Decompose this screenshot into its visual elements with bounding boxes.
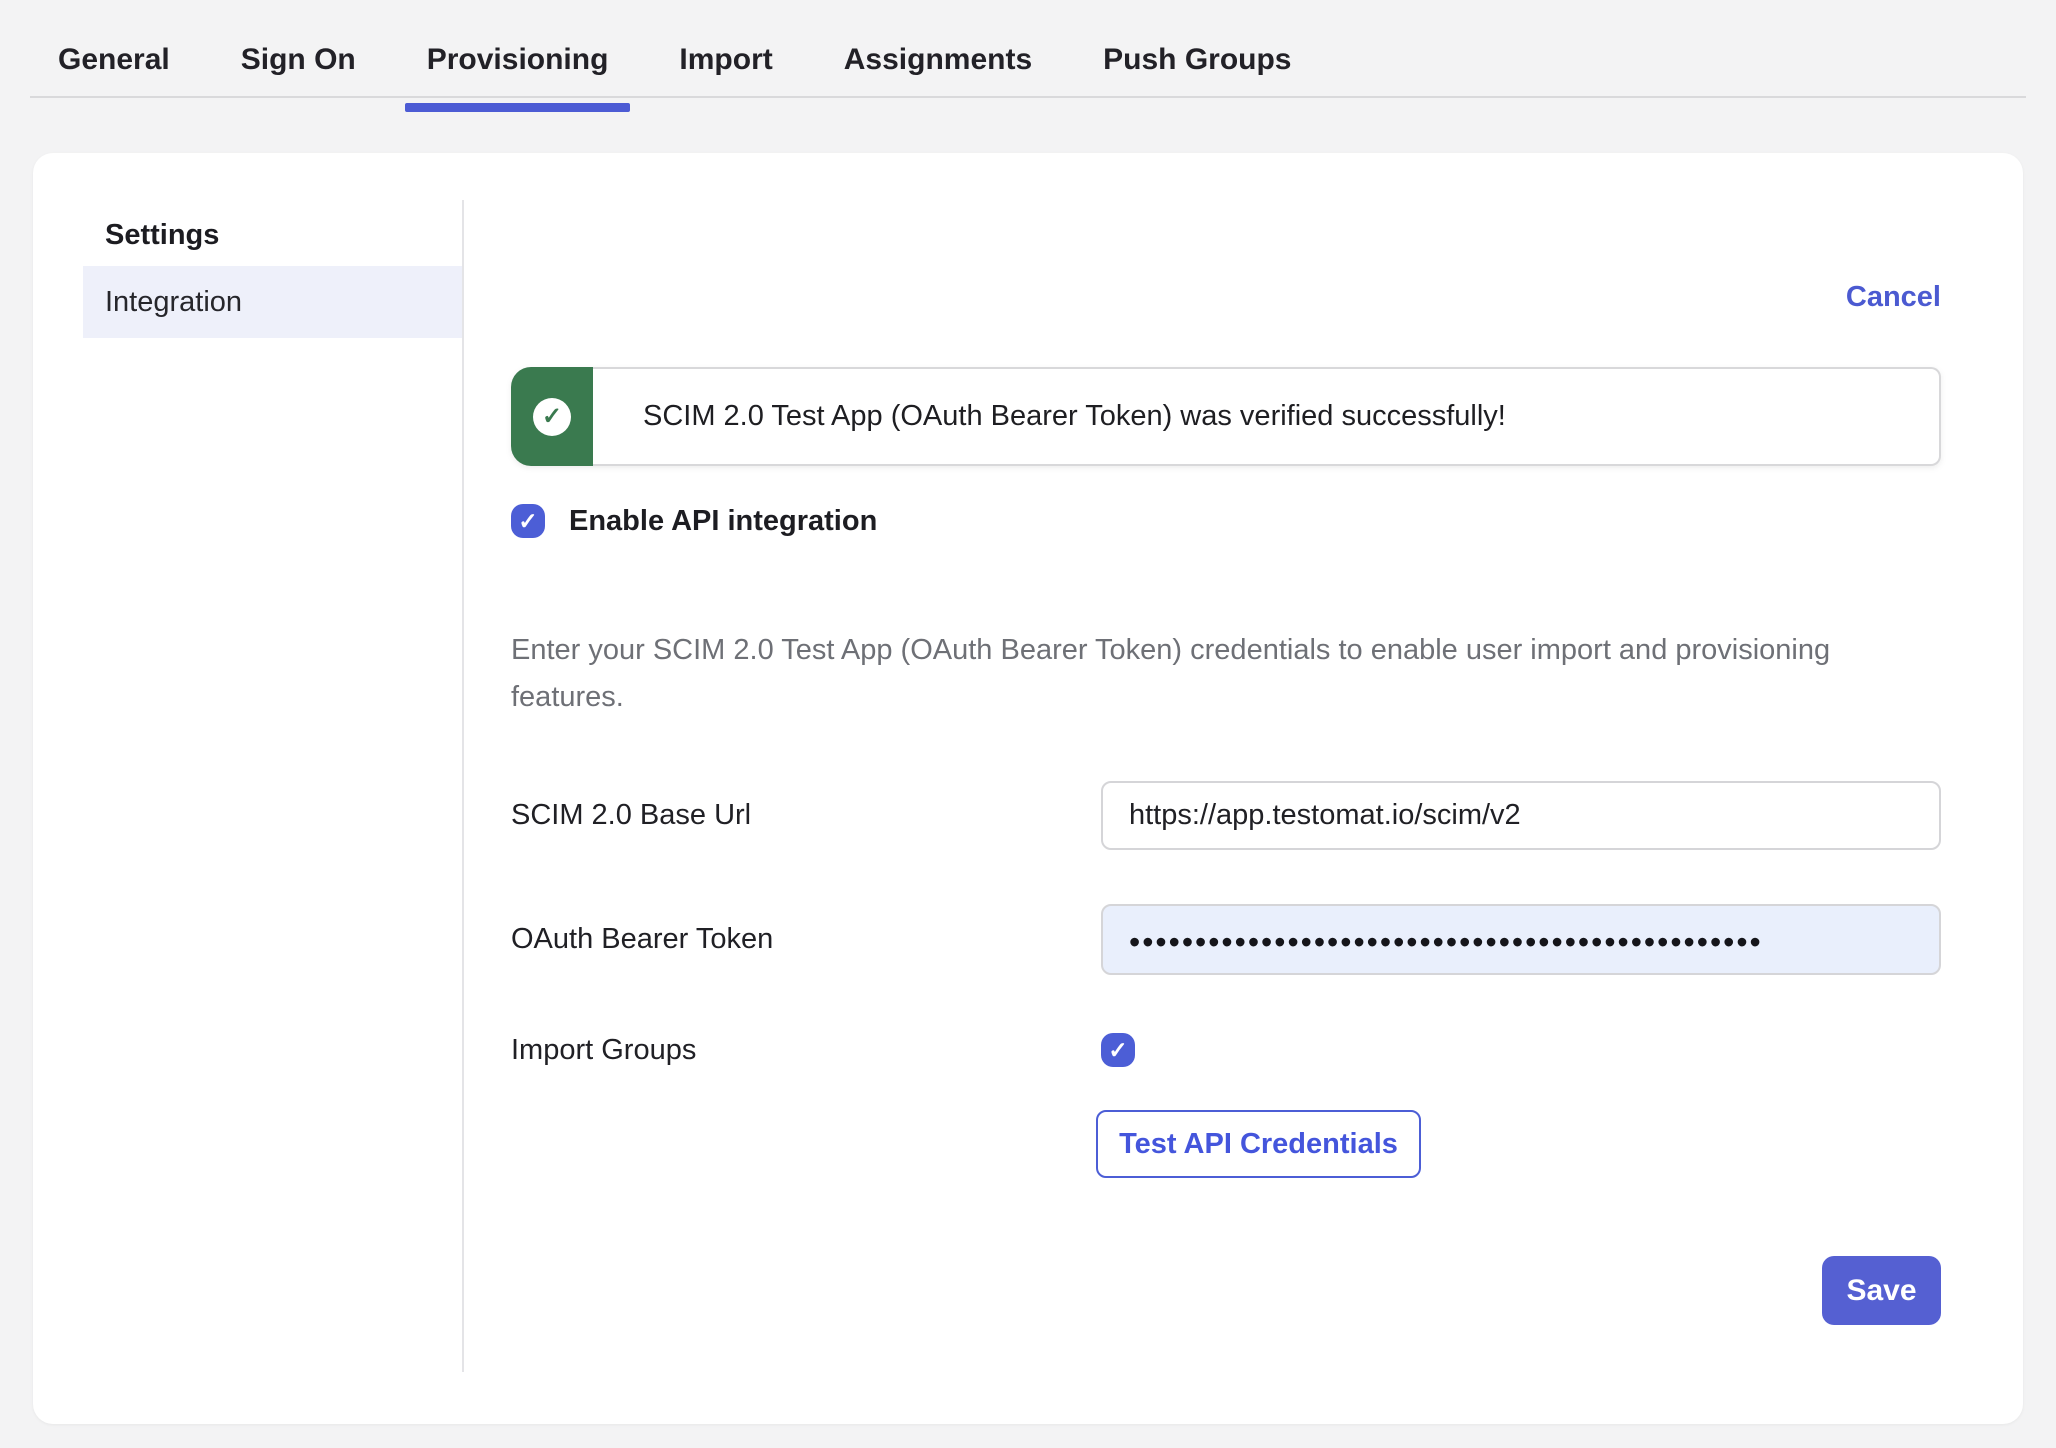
import-groups-row: Import Groups ✓ — [511, 1032, 1941, 1068]
settings-sidebar: Settings Integration — [33, 153, 462, 1424]
check-icon: ✓ — [518, 508, 537, 535]
base-url-row: SCIM 2.0 Base Url — [511, 781, 1941, 850]
cancel-link[interactable]: Cancel — [1846, 281, 1941, 313]
base-url-input[interactable] — [1101, 781, 1941, 850]
enable-api-integration-row: ✓ Enable API integration — [511, 504, 1941, 538]
tab-push-groups[interactable]: Push Groups — [1103, 22, 1291, 98]
check-icon: ✓ — [1108, 1037, 1127, 1064]
provisioning-card: Settings Integration Cancel ✓ SCIM 2.0 T… — [33, 153, 2023, 1424]
check-circle-icon: ✓ — [533, 398, 571, 436]
oauth-token-input[interactable] — [1101, 904, 1941, 975]
sidebar-heading: Settings — [105, 219, 462, 252]
sidebar-item-integration[interactable]: Integration — [83, 266, 462, 338]
sidebar-divider — [462, 200, 464, 1372]
success-banner-icon-block: ✓ — [511, 367, 593, 466]
tab-sign-on[interactable]: Sign On — [241, 22, 356, 98]
tab-provisioning[interactable]: Provisioning — [427, 22, 609, 98]
test-credentials-row: Test API Credentials — [511, 1110, 1941, 1178]
success-banner: ✓ SCIM 2.0 Test App (OAuth Bearer Token)… — [511, 367, 1941, 466]
save-row: Save — [511, 1256, 1941, 1325]
import-groups-checkbox[interactable]: ✓ — [1101, 1033, 1135, 1067]
sidebar-item-label: Integration — [105, 286, 242, 319]
integration-settings-panel: Cancel ✓ SCIM 2.0 Test App (OAuth Bearer… — [462, 153, 2027, 1424]
oauth-token-label: OAuth Bearer Token — [511, 923, 1101, 956]
enable-api-integration-checkbox[interactable]: ✓ — [511, 504, 545, 538]
oauth-token-row: OAuth Bearer Token — [511, 904, 1941, 975]
base-url-label: SCIM 2.0 Base Url — [511, 799, 1101, 832]
app-tab-bar: General Sign On Provisioning Import Assi… — [0, 0, 2056, 98]
provisioning-settings-page: General Sign On Provisioning Import Assi… — [0, 0, 2056, 1448]
save-button[interactable]: Save — [1822, 1256, 1941, 1325]
test-api-credentials-button[interactable]: Test API Credentials — [1096, 1110, 1421, 1178]
check-glyph: ✓ — [542, 402, 562, 431]
import-groups-label: Import Groups — [511, 1034, 1101, 1067]
tab-general[interactable]: General — [58, 22, 170, 98]
credentials-description: Enter your SCIM 2.0 Test App (OAuth Bear… — [511, 627, 1941, 721]
cancel-row: Cancel — [511, 281, 1941, 309]
enable-api-integration-label: Enable API integration — [569, 505, 877, 538]
tab-import[interactable]: Import — [679, 22, 772, 98]
success-banner-message: SCIM 2.0 Test App (OAuth Bearer Token) w… — [643, 400, 1506, 433]
success-banner-message-box: SCIM 2.0 Test App (OAuth Bearer Token) w… — [593, 367, 1941, 466]
tab-assignments[interactable]: Assignments — [844, 22, 1032, 98]
